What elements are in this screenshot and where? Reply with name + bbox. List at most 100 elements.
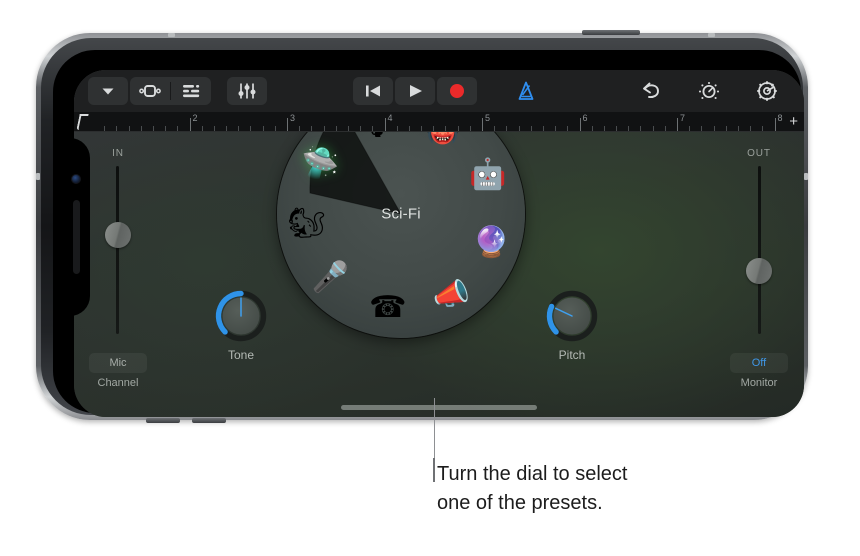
ruler-tick-minor (689, 126, 691, 131)
ruler-tick-minor (311, 126, 313, 131)
preset-cosmic-icon[interactable]: 🔮 (470, 222, 512, 264)
ruler-tick-minor (262, 126, 264, 131)
ruler-tick-minor (494, 126, 496, 131)
undo-button[interactable] (630, 77, 672, 105)
ruler-tick-minor (445, 126, 447, 131)
app-toolbar (74, 70, 804, 112)
ruler-tick-minor (555, 126, 557, 131)
ruler-tick-minor (299, 126, 301, 131)
ruler-tick-minor (213, 126, 215, 131)
timeline-ruler[interactable]: 2 3 4 5 6 7 8 + (74, 112, 804, 132)
ruler-tick-minor (347, 126, 349, 131)
tone-knob[interactable]: Tone (213, 288, 269, 362)
ruler-tick-minor (177, 126, 179, 131)
ruler-tick-minor (360, 126, 362, 131)
preset-vintage-mic-icon[interactable]: 🎤 (309, 257, 351, 299)
ruler-tick-major (384, 118, 386, 131)
ruler-tick-minor (591, 126, 593, 131)
ruler-tick-minor (116, 126, 118, 131)
output-slider-thumb[interactable] (746, 258, 772, 284)
volume-down-button[interactable] (192, 418, 226, 423)
ruler-tick-minor (226, 126, 228, 131)
ruler-tick-major (677, 118, 678, 131)
play-button[interactable] (395, 77, 435, 105)
iphone-device-frame: 2345678 + IN Mic Channel OUT Off Monitor… (36, 30, 808, 423)
preset-robot-icon[interactable]: 🤖 (467, 154, 509, 196)
ruler-bar-number: 5 (485, 113, 491, 123)
ruler-bar-number: 7 (680, 113, 686, 123)
ruler-tick-minor (737, 126, 739, 131)
volume-up-button[interactable] (146, 418, 180, 423)
rewind-button[interactable] (353, 77, 393, 105)
ruler-tick-minor (250, 126, 252, 131)
ruler-tick-major (774, 118, 776, 131)
monitor-caption: Monitor (740, 377, 778, 389)
preset-telephone-icon[interactable]: ☎ (367, 287, 409, 329)
ruler-tick-minor (762, 126, 764, 131)
view-segmented-control[interactable] (130, 77, 211, 105)
fx-button[interactable] (688, 77, 730, 105)
monitor-button[interactable]: Off (730, 353, 788, 373)
callout-tick (433, 458, 435, 482)
antenna-band (36, 173, 40, 180)
ruler-tick-minor (140, 126, 142, 131)
pitch-knob-dial[interactable] (544, 288, 600, 344)
mixer-button[interactable] (227, 77, 267, 105)
ruler-tick-minor (165, 126, 167, 131)
ruler-tick-minor (640, 126, 642, 131)
ruler-tick-minor (104, 126, 106, 131)
ruler-baseline (74, 131, 804, 132)
preset-chipmunk-icon[interactable]: 🐿 (286, 203, 328, 245)
add-section-button[interactable]: + (789, 114, 798, 129)
gear-icon (757, 81, 777, 101)
metronome-button[interactable] (505, 77, 547, 105)
screenshot-root: 2345678 + IN Mic Channel OUT Off Monitor… (0, 0, 860, 556)
input-slider-track[interactable] (116, 166, 119, 334)
ruler-tick-minor (433, 126, 435, 131)
home-indicator[interactable] (341, 405, 537, 410)
ruler-tick-minor (128, 126, 130, 131)
faders-icon (238, 83, 256, 99)
channel-button[interactable]: Mic (89, 353, 147, 373)
earpiece-speaker (73, 199, 80, 274)
ruler-tick-minor (530, 126, 532, 131)
output-slider-track[interactable] (758, 166, 761, 334)
ruler-tick-minor (372, 126, 374, 131)
preset-megaphone-icon[interactable]: 📣 (430, 274, 472, 316)
settings-button[interactable] (746, 77, 788, 105)
ruler-tick-minor (603, 126, 605, 131)
cycle-icon (139, 85, 161, 97)
ruler-tick-minor (506, 126, 508, 131)
channel-caption: Channel (97, 377, 139, 389)
track-list-icon (183, 85, 200, 98)
record-button[interactable] (437, 77, 477, 105)
tone-knob-label: Tone (227, 348, 255, 362)
ruler-tick-minor (713, 126, 715, 131)
device-screen: 2345678 + IN Mic Channel OUT Off Monitor… (74, 70, 804, 417)
power-button[interactable] (582, 30, 640, 35)
ruler-tick-minor (542, 126, 544, 131)
antenna-band (168, 33, 175, 37)
ruler-tick-minor (396, 126, 398, 131)
callout-leader-line (434, 398, 435, 464)
loops-browser-button[interactable] (130, 77, 170, 105)
ruler-tick-minor (701, 126, 703, 131)
track-view-button[interactable] (171, 77, 211, 105)
input-slider-thumb[interactable] (105, 222, 131, 248)
ruler-tick-minor (238, 126, 240, 131)
ruler-bar-number: 4 (387, 113, 393, 123)
play-icon (410, 85, 422, 97)
ruler-tick-minor (421, 126, 423, 131)
ruler-tick-minor (457, 126, 459, 131)
ruler-bar-number: 3 (290, 113, 296, 123)
device-inner-frame: 2345678 + IN Mic Channel OUT Off Monitor… (41, 38, 804, 417)
tone-knob-dial[interactable] (213, 288, 269, 344)
antenna-band (708, 33, 715, 37)
ruler-tick-major (579, 118, 581, 131)
ruler-tick-minor (616, 126, 618, 131)
metronome-icon (518, 81, 534, 100)
preset-sci-fi-icon[interactable]: 🛸 (299, 143, 341, 185)
navigation-chevron-button[interactable] (88, 77, 128, 105)
playhead-marker[interactable] (76, 114, 89, 130)
pitch-knob[interactable]: Pitch (544, 288, 600, 362)
